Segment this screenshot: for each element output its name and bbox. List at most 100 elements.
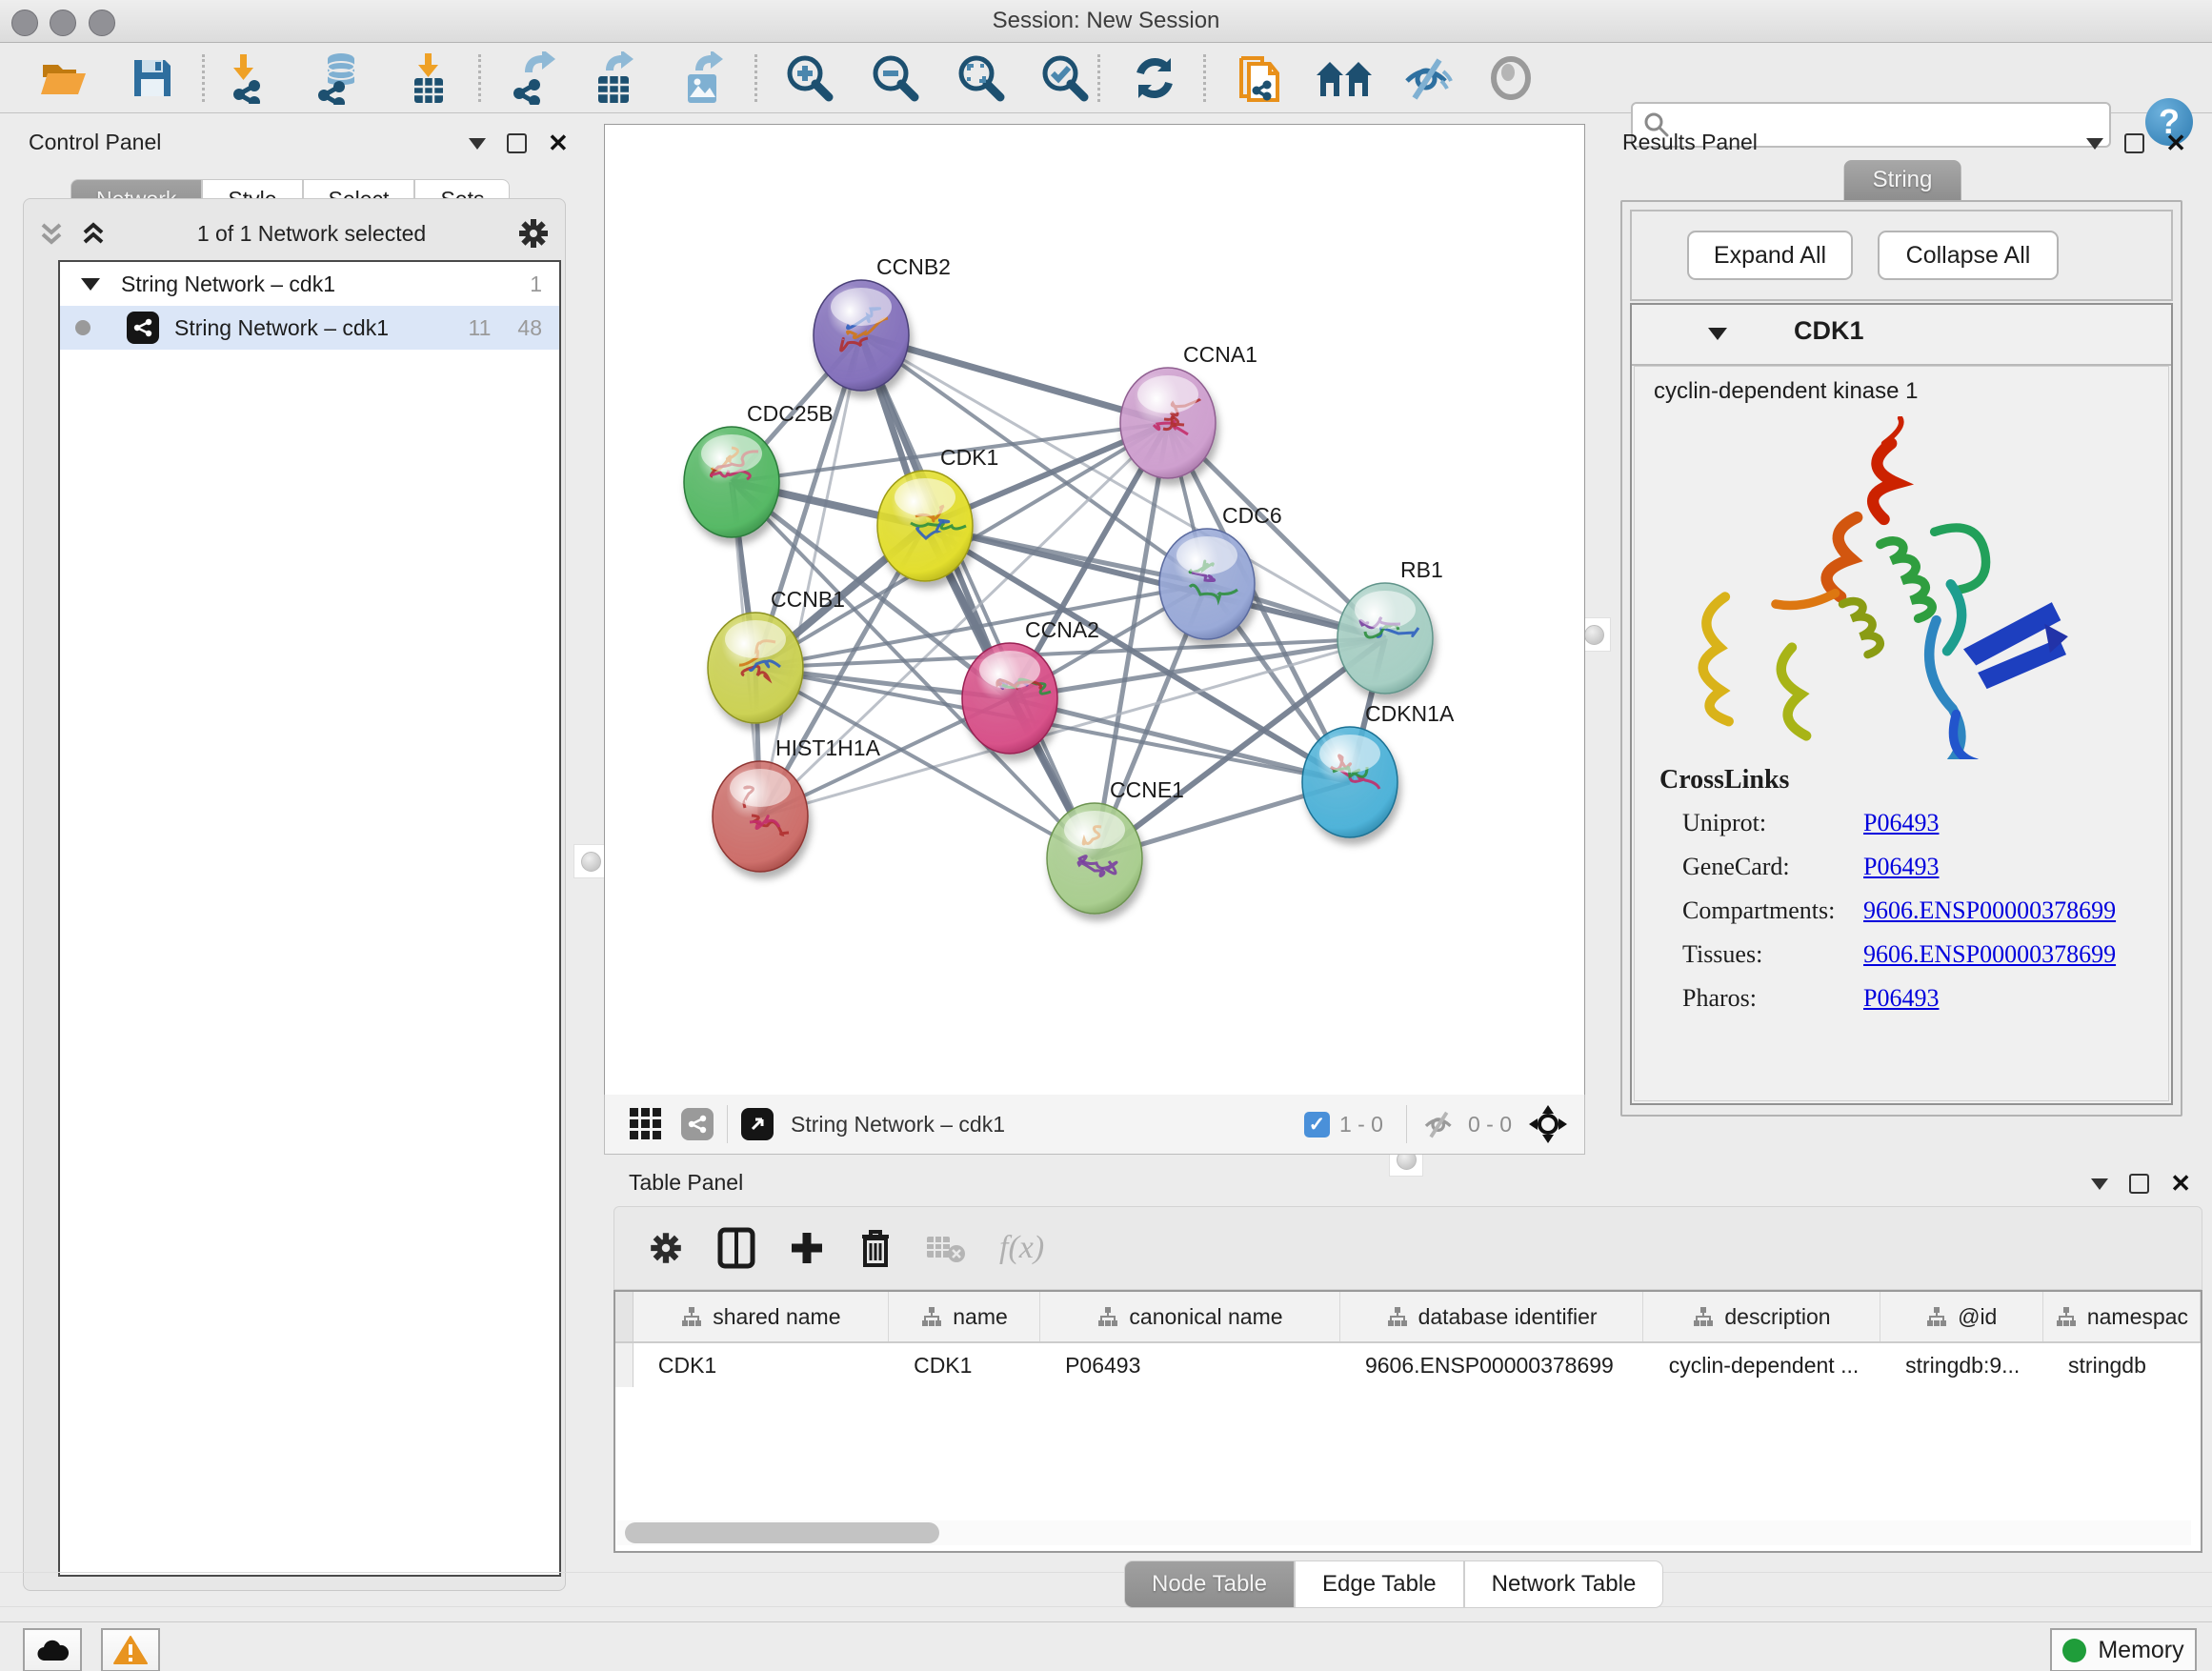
cell-name[interactable]: CDK1 (889, 1343, 1040, 1387)
show-columns-button[interactable] (717, 1227, 755, 1269)
table-options-button[interactable] (647, 1229, 685, 1267)
view-grid-icon[interactable] (628, 1106, 664, 1142)
zoom-in-button[interactable] (779, 50, 840, 106)
node-CDK1[interactable] (877, 471, 973, 581)
function-builder-button-disabled[interactable]: f(x) (999, 1230, 1044, 1266)
network-options-gear-icon[interactable] (515, 215, 552, 252)
collapse-all-button[interactable]: Collapse All (1878, 231, 2059, 280)
column-header-namespac[interactable]: namespac (2043, 1292, 2201, 1341)
table-panel-collapse-icon[interactable] (2091, 1178, 2108, 1190)
export-image-button[interactable] (673, 50, 734, 106)
cloud-status-button[interactable] (23, 1628, 82, 1671)
import-table-button[interactable] (398, 50, 459, 106)
crosslink-link[interactable]: P06493 (1863, 853, 1939, 881)
memory-button[interactable]: Memory (2050, 1628, 2197, 1671)
crosslink-label: Tissues: (1659, 940, 1863, 969)
tab-network-table[interactable]: Network Table (1464, 1560, 1664, 1608)
node-CCNB2[interactable] (814, 280, 909, 391)
network-view-title: String Network – cdk1 (791, 1112, 1304, 1137)
cell-namespac[interactable]: stringdb (2043, 1343, 2201, 1387)
column-header-shared-name[interactable]: shared name (633, 1292, 889, 1341)
results-panel-float-icon[interactable] (2124, 133, 2144, 153)
memory-status-dot (2062, 1639, 2086, 1662)
network-row[interactable]: String Network – cdk1 11 48 (60, 306, 559, 350)
node-CCNE1[interactable] (1047, 803, 1142, 914)
birdseye-navigator-icon[interactable] (1527, 1103, 1569, 1145)
table-horizontal-scrollbar[interactable] (617, 1520, 2191, 1545)
crosslink-link[interactable]: 9606.ENSP00000378699 (1863, 896, 2116, 925)
export-table-button[interactable] (585, 50, 646, 106)
column-header-database-identifier[interactable]: database identifier (1340, 1292, 1644, 1341)
node-CCNB1[interactable] (708, 613, 803, 723)
crosslinks-heading: CrossLinks (1659, 765, 2116, 795)
edge-CCNB2-CCNE1[interactable] (861, 335, 1095, 858)
create-column-button[interactable] (788, 1229, 826, 1267)
expand-all-button[interactable]: Expand All (1687, 231, 1853, 280)
import-network-database-button[interactable] (309, 50, 370, 106)
zoom-selected-icon (1039, 52, 1091, 104)
open-session-button[interactable] (34, 50, 95, 106)
tab-string[interactable]: String (1844, 160, 1961, 200)
results-panel-close-icon[interactable]: ✕ (2165, 135, 2186, 151)
tab-edge-table[interactable]: Edge Table (1295, 1560, 1464, 1608)
protein-expander-icon[interactable] (1708, 328, 1727, 340)
refresh-button[interactable] (1124, 50, 1185, 106)
column-network-icon (680, 1306, 703, 1327)
control-panel-float-icon[interactable] (507, 133, 527, 153)
node-RB1[interactable] (1337, 583, 1433, 694)
tab-node-table[interactable]: Node Table (1124, 1560, 1295, 1608)
table-panel-float-icon[interactable] (2129, 1174, 2149, 1194)
node-HIST1H1A[interactable] (713, 761, 808, 872)
zoom-out-icon (870, 52, 921, 104)
import-network-file-button[interactable] (221, 50, 282, 106)
node-CCNA2[interactable] (962, 643, 1057, 754)
selected-nodes-checkbox[interactable]: ✓ (1304, 1112, 1330, 1137)
delete-table-button-disabled[interactable] (925, 1231, 967, 1265)
node-CDKN1A[interactable] (1302, 727, 1398, 837)
warning-status-button[interactable] (101, 1628, 160, 1671)
node-CCNA1[interactable] (1120, 368, 1216, 478)
node-CDC6[interactable] (1159, 529, 1255, 639)
detach-view-icon[interactable] (741, 1108, 774, 1140)
column-header--id[interactable]: @id (1880, 1292, 2043, 1341)
crosslink-link[interactable]: 9606.ENSP00000378699 (1863, 940, 2116, 969)
refresh-icon (1129, 52, 1180, 104)
edge-CDK1-RB1[interactable] (925, 526, 1385, 638)
zoom-fit-button[interactable] (951, 50, 1012, 106)
table-row[interactable]: CDK1CDK1P064939606.ENSP00000378699cyclin… (615, 1343, 2201, 1387)
crosslink-link[interactable]: P06493 (1863, 984, 1939, 1013)
cell-description[interactable]: cyclin-dependent ... (1644, 1343, 1880, 1387)
zoom-out-button[interactable] (865, 50, 926, 106)
control-panel-close-icon[interactable]: ✕ (548, 135, 569, 151)
column-header-name[interactable]: name (889, 1292, 1040, 1341)
save-session-button[interactable] (122, 50, 183, 106)
results-panel-collapse-icon[interactable] (2086, 138, 2103, 150)
network-badge-icon[interactable] (681, 1108, 714, 1140)
column-header-canonical-name[interactable]: canonical name (1040, 1292, 1340, 1341)
column-header-description[interactable]: description (1643, 1292, 1880, 1341)
cell-canonical-name[interactable]: P06493 (1040, 1343, 1340, 1387)
export-network-button[interactable] (503, 50, 564, 106)
node-CDC25B[interactable] (684, 427, 779, 537)
collection-expander-icon[interactable] (81, 278, 100, 291)
expand-all-icon[interactable] (79, 217, 108, 250)
protein-card-header[interactable]: CDK1 (1632, 305, 2171, 366)
zoom-selected-button[interactable] (1035, 50, 1096, 106)
string-home-button[interactable] (1314, 50, 1375, 106)
cell-database-identifier[interactable]: 9606.ENSP00000378699 (1340, 1343, 1644, 1387)
table-panel-close-icon[interactable]: ✕ (2170, 1176, 2191, 1192)
hidden-eye-icon[interactable] (1420, 1109, 1458, 1139)
cell-shared-name[interactable]: CDK1 (633, 1343, 889, 1387)
left-splitter-handle[interactable] (573, 844, 608, 878)
cell--id[interactable]: stringdb:9... (1880, 1343, 2043, 1387)
collapse-all-icon[interactable] (37, 217, 66, 250)
delete-column-button[interactable] (858, 1227, 893, 1269)
hide-selected-button[interactable] (1398, 50, 1458, 106)
node-label-HIST1H1A: HIST1H1A (775, 735, 881, 760)
string-import-button[interactable] (1229, 50, 1290, 106)
control-panel-collapse-icon[interactable] (469, 138, 486, 150)
crosslink-link[interactable]: P06493 (1863, 809, 1939, 837)
show-all-button[interactable] (1480, 50, 1541, 106)
network-collection-row[interactable]: String Network – cdk1 1 (60, 262, 559, 306)
network-canvas[interactable]: CCNB2CCNA1CDC25BCDK1CDC6RB1CCNB1CCNA2CDK… (604, 124, 1585, 1096)
